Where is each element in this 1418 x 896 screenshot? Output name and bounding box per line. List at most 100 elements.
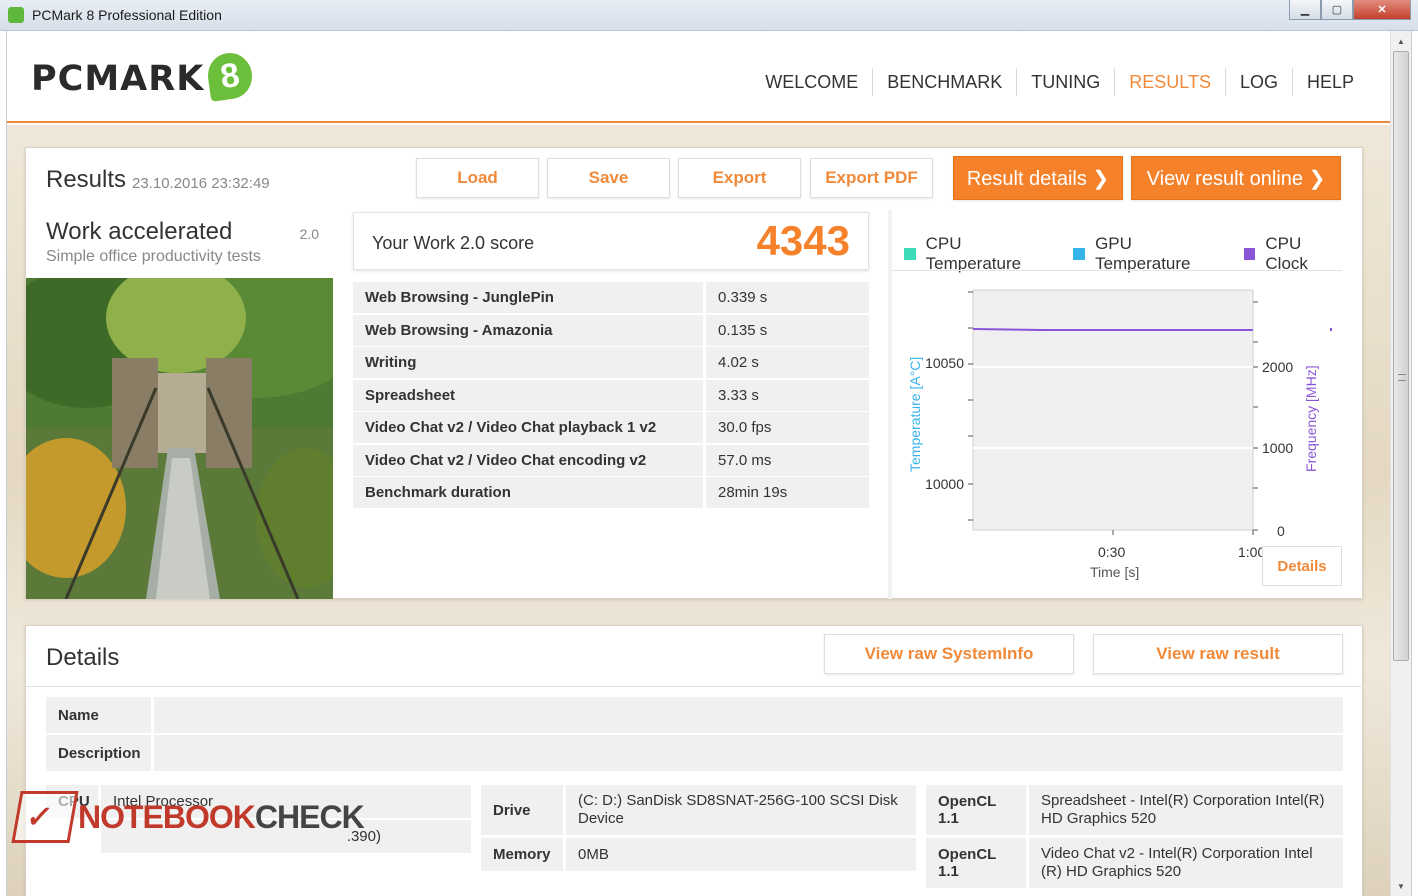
result-value: 30.0 fps — [706, 412, 869, 443]
watermark-text-check: CHECK — [254, 798, 365, 835]
performance-chart: 10050 10000 2000 1000 0 0:30 1:00 Time [… — [907, 289, 1332, 580]
details-panel: Details View raw SystemInfo View raw res… — [25, 625, 1364, 896]
result-row: Video Chat v2 / Video Chat playback 1 v2… — [353, 412, 869, 443]
export-button[interactable]: Export — [678, 158, 801, 198]
legend-separator — [892, 270, 1342, 271]
legend-swatch-icon — [904, 248, 916, 260]
result-details-button[interactable]: Result details ❯ — [953, 156, 1123, 200]
content-background: Results 23.10.2016 23:32:49 Load Save Ex… — [7, 125, 1392, 896]
nav-results[interactable]: RESULTS — [1114, 68, 1225, 96]
result-value: 57.0 ms — [706, 445, 869, 476]
drive-value: (C: D:) SanDisk SD8SNAT-256G-100 SCSI Di… — [566, 785, 916, 835]
right-tick-label: 2000 — [1262, 359, 1293, 375]
description-value — [154, 735, 1343, 771]
maximize-button[interactable]: ▢ — [1321, 0, 1353, 20]
score-label: Your Work 2.0 score — [372, 233, 535, 253]
left-axis-label: Temperature [A°C] — [907, 357, 923, 472]
nav-tuning[interactable]: TUNING — [1016, 68, 1114, 96]
results-title: Results — [46, 166, 127, 193]
chart-legend: CPU Temperature GPU Temperature CPU Cloc… — [904, 234, 1362, 274]
legend-swatch-icon — [1073, 248, 1086, 260]
result-row: Spreadsheet 3.33 s — [353, 380, 869, 411]
pcmark-app-icon — [8, 7, 24, 23]
main-nav: WELCOME BENCHMARK TUNING RESULTS LOG HEL… — [751, 68, 1368, 96]
app-window: PCMARK 8 WELCOME BENCHMARK TUNING RESULT… — [6, 31, 1412, 896]
details-title: Details — [46, 644, 120, 671]
watermark-text-notebook: NOTEBOOK — [78, 798, 256, 835]
right-axis-label: Frequency [MHz] — [1303, 365, 1319, 472]
score-value: 4343 — [756, 217, 850, 264]
legend-label: GPU Temperature — [1095, 234, 1191, 273]
result-name: Spreadsheet — [353, 380, 703, 411]
notebookcheck-logo-icon: ✓ — [11, 791, 79, 843]
memory-value: 0MB — [566, 838, 916, 871]
scroll-up-arrow-icon[interactable]: ▲ — [1391, 32, 1411, 50]
x-tick-label: 0:30 — [1098, 544, 1125, 560]
left-tick-label: 10000 — [925, 476, 964, 492]
app-header: PCMARK 8 WELCOME BENCHMARK TUNING RESULT… — [7, 31, 1392, 123]
close-button[interactable]: ✕ — [1353, 0, 1411, 20]
chart-details-button[interactable]: Details — [1262, 546, 1342, 586]
nav-help[interactable]: HELP — [1291, 68, 1368, 96]
vertical-scrollbar[interactable]: ▲ ▼ — [1390, 31, 1411, 896]
result-row: Web Browsing - JunglePin 0.339 s — [353, 282, 869, 313]
test-subtitle: Simple office productivity tests — [46, 248, 261, 265]
name-label: Name — [46, 697, 151, 733]
view-raw-systeminfo-button[interactable]: View raw SystemInfo — [824, 634, 1074, 674]
scroll-thumb[interactable] — [1393, 51, 1409, 661]
legend-cpu-temperature: CPU Temperature — [904, 234, 1057, 274]
result-name: Benchmark duration — [353, 477, 703, 508]
right-tick-label: 1000 — [1262, 440, 1293, 456]
logo-8-icon: 8 — [205, 50, 256, 102]
results-timestamp: 23.10.2016 23:32:49 — [132, 175, 270, 192]
test-version: 2.0 — [299, 226, 319, 242]
nav-welcome[interactable]: WELCOME — [751, 68, 872, 96]
result-value: 28min 19s — [706, 477, 869, 508]
cpu-clock-marker — [1330, 328, 1332, 331]
scroll-down-arrow-icon[interactable]: ▼ — [1391, 877, 1411, 895]
logo-text: PCMARK — [31, 59, 205, 99]
window-titlebar: PCMark 8 Professional Edition ▁ ▢ ✕ — [0, 0, 1418, 31]
minimize-button[interactable]: ▁ — [1289, 0, 1321, 20]
memory-label: Memory — [481, 838, 563, 871]
result-row: Benchmark duration 28min 19s — [353, 477, 869, 508]
result-value: 3.33 s — [706, 380, 869, 411]
result-name: Writing — [353, 347, 703, 378]
test-thumbnail-image — [26, 278, 333, 599]
right-tick-label: 0 — [1277, 523, 1285, 539]
result-name: Web Browsing - JunglePin — [353, 282, 703, 313]
export-pdf-button[interactable]: Export PDF — [810, 158, 933, 198]
load-button[interactable]: Load — [416, 158, 539, 198]
opencl-value: Video Chat v2 - Intel(R) Corporation Int… — [1029, 838, 1343, 888]
legend-gpu-temperature: GPU Temperature — [1073, 234, 1227, 274]
test-name: Work accelerated — [46, 218, 233, 245]
score-box: Your Work 2.0 score 4343 — [353, 212, 869, 270]
opencl-value: Spreadsheet - Intel(R) Corporation Intel… — [1029, 785, 1343, 835]
window-title: PCMark 8 Professional Edition — [32, 7, 222, 23]
name-value — [154, 697, 1343, 733]
view-raw-result-button[interactable]: View raw result — [1093, 634, 1343, 674]
drive-label: Drive — [481, 785, 563, 835]
result-name: Video Chat v2 / Video Chat playback 1 v2 — [353, 412, 703, 443]
nav-benchmark[interactable]: BENCHMARK — [872, 68, 1016, 96]
save-button[interactable]: Save — [547, 158, 670, 198]
result-name: Video Chat v2 / Video Chat encoding v2 — [353, 445, 703, 476]
legend-label: CPU Clock — [1265, 234, 1308, 273]
opencl-label: OpenCL 1.1 — [926, 785, 1026, 835]
nav-log[interactable]: LOG — [1224, 68, 1292, 96]
scroll-grip-icon — [1398, 374, 1406, 381]
chart-plot-area — [972, 289, 1254, 531]
test-info: Work accelerated 2.0 Simple office produ… — [26, 210, 333, 599]
opencl-label: OpenCL 1.1 — [926, 838, 1026, 888]
result-row: Video Chat v2 / Video Chat encoding v2 5… — [353, 445, 869, 476]
left-tick-label: 10050 — [925, 355, 964, 371]
result-row: Writing 4.02 s — [353, 347, 869, 378]
result-value: 0.339 s — [706, 282, 869, 313]
legend-cpu-clock: CPU Clock — [1243, 234, 1346, 274]
pcmark-logo: PCMARK 8 — [31, 50, 256, 102]
description-label: Description — [46, 735, 151, 771]
details-separator — [26, 686, 1364, 687]
result-value: 4.02 s — [706, 347, 869, 378]
view-result-online-button[interactable]: View result online ❯ — [1131, 156, 1341, 200]
results-panel: Results 23.10.2016 23:32:49 Load Save Ex… — [25, 147, 1363, 599]
